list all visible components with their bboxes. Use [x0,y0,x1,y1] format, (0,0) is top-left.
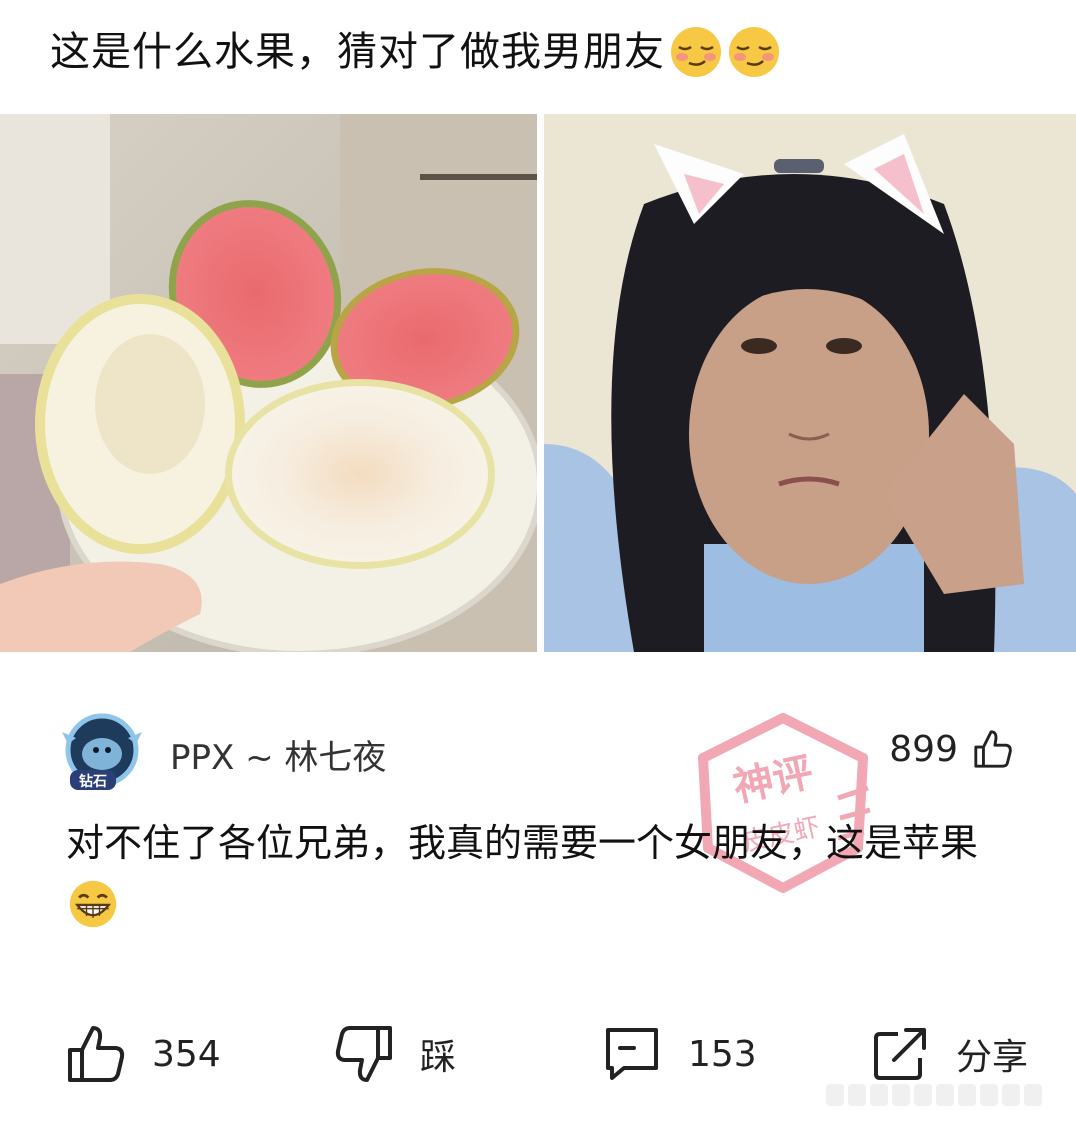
dislike-label: 踩 [420,1037,457,1078]
comment-bubble-icon [606,1028,658,1080]
post-title: 这是什么水果，猜对了做我男朋友 [50,20,781,84]
share-button[interactable]: 分享 [870,1024,1028,1084]
top-comment: 钻石 PPX ~ 林七夜 神评 皮皮虾 899 对不住了各位兄弟，我真的需要一个… [0,690,1076,990]
thumbs-up-icon [68,1026,125,1082]
stamp-text-main: 神评 [729,749,817,811]
comment-body: 对不住了各位兄弟，我真的需要一个女朋友，这是苹果 [66,814,1016,930]
photo-grid [0,114,1076,652]
share-label: 分享 [956,1037,1029,1078]
diamond-badge-label: 钻石 [79,773,107,790]
comment-like-count: 899 [889,728,958,770]
guava-plate-image [0,114,537,652]
cat-ears-selfie-photo[interactable] [544,114,1076,652]
post-title-text: 这是什么水果，猜对了做我男朋友 [50,29,665,75]
comment-text: 对不住了各位兄弟，我真的需要一个女朋友，这是苹果 [66,821,979,865]
share-icon [874,1028,926,1080]
thumbs-up-icon [974,730,1012,768]
scroll-indicator-icon [826,1084,1042,1106]
guava-plate-photo[interactable] [0,114,537,652]
cat-ears-selfie-image [544,114,1076,652]
grin-emoji-icon [69,880,117,927]
like-count: 354 [152,1033,221,1075]
comment-username[interactable]: PPX ~ 林七夜 [170,730,386,779]
comment-button[interactable]: 153 [602,1024,757,1084]
like-button[interactable]: 354 [66,1024,221,1084]
thumbs-down-icon [335,1026,392,1082]
comment-like-button[interactable]: 899 [889,728,1014,770]
smirk-emoji-icon [729,27,779,77]
comment-count: 153 [688,1033,757,1075]
smirk-emoji-icon [671,27,721,77]
dislike-button[interactable]: 踩 [334,1024,456,1084]
avatar[interactable]: 钻石 [60,710,144,794]
